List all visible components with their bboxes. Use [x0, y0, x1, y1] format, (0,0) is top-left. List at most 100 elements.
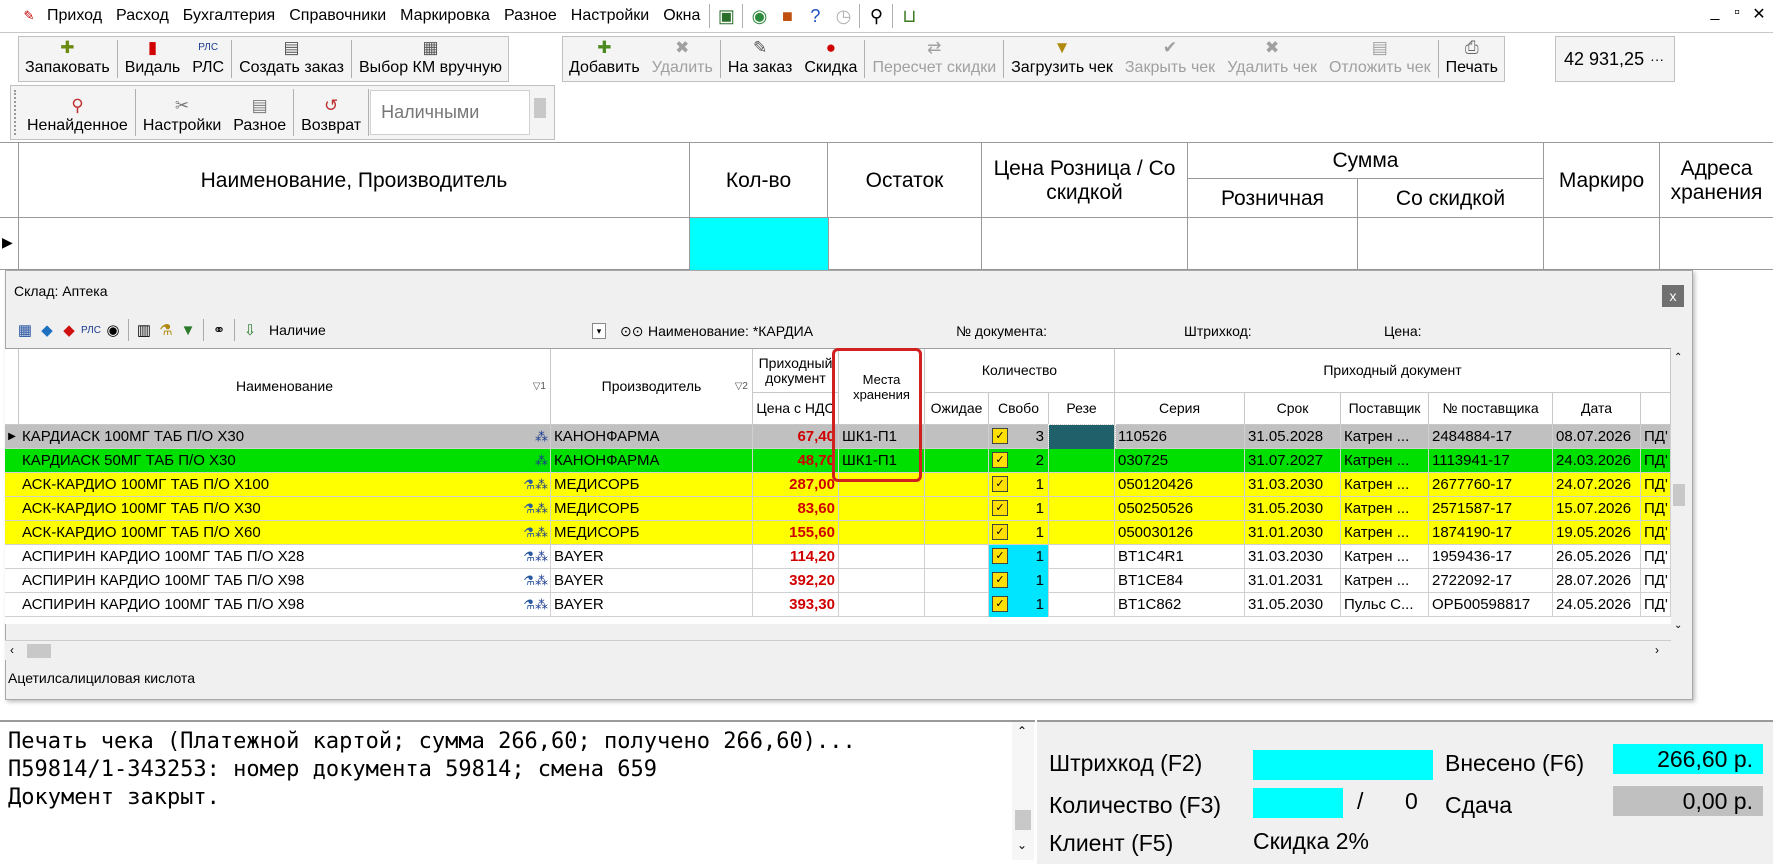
barcode-filter[interactable]: Штрихкод: — [1184, 323, 1252, 339]
minimize-button[interactable]: _ — [1705, 4, 1725, 24]
help-icon[interactable]: ? — [801, 3, 829, 29]
series-cell[interactable]: 110526 — [1115, 425, 1245, 449]
col-expected-header[interactable]: Ожидае — [925, 393, 989, 425]
expected-qty-cell[interactable] — [925, 425, 989, 449]
load-check-button[interactable]: ▼ Загрузить чек — [1005, 37, 1119, 81]
barcode-icon[interactable]: ▥ — [133, 321, 155, 339]
producer-cell[interactable]: МЕДИСОРБ — [551, 521, 753, 545]
name-cell[interactable]: АСК-КАРДИО 100МГ ТАБ П/О Х100 ⚗⁂ — [19, 473, 551, 497]
price-cell[interactable]: 48,70 — [753, 449, 839, 473]
price-cell[interactable]: 155,60 — [753, 521, 839, 545]
producer-cell[interactable]: BAYER — [551, 569, 753, 593]
qty-input[interactable] — [1253, 788, 1343, 818]
free-qty-cell[interactable]: ✓ 1 — [989, 521, 1049, 545]
free-qty-cell[interactable]: ✓ 1 — [989, 473, 1049, 497]
grid-horizontal-scrollbar[interactable]: ‹ › — [5, 640, 1671, 660]
free-qty-cell[interactable]: ✓ 1 — [989, 497, 1049, 521]
col-supplier-header[interactable]: Поставщик — [1341, 393, 1429, 425]
select-km-button[interactable]: ▦ Выбор КМ вручную — [353, 37, 508, 81]
main-grid-row[interactable]: ▶ — [0, 218, 1773, 270]
return-button[interactable]: ↺ Возврат — [295, 86, 367, 139]
basket-icon[interactable]: ⊔ — [895, 3, 923, 29]
supplier-cell[interactable]: Катрен ... — [1341, 545, 1429, 569]
menu-okna[interactable]: Окна — [656, 7, 707, 25]
payment-mode-field[interactable]: Наличными — [370, 90, 531, 135]
table-row[interactable]: АСПИРИН КАРДИО 100МГ ТАБ П/О Х28 ⚗⁂ BAYER 1… — [5, 545, 1671, 569]
to-order-button[interactable]: ✎ На заказ — [722, 37, 799, 81]
supplier-cell[interactable]: Катрен ... — [1341, 425, 1429, 449]
search-icon[interactable]: ⚲ — [862, 3, 890, 29]
name-cell[interactable]: КАРДИАСК 100МГ ТАБ П/О Х30 ⁂ — [19, 425, 551, 449]
date-cell[interactable]: 26.05.2026 — [1553, 545, 1641, 569]
scroll-left-icon[interactable]: ‹ — [10, 643, 14, 657]
free-qty-cell[interactable]: ✓ 1 — [989, 545, 1049, 569]
table-row[interactable]: АСК-КАРДИО 100МГ ТАБ П/О Х60 ⚗⁂ МЕДИСОРБ 15… — [5, 521, 1671, 545]
extra-cell[interactable]: ПД' — [1641, 425, 1671, 449]
restore-button[interactable]: ▫ — [1727, 4, 1747, 24]
menu-buhgalteria[interactable]: Бухгалтерия — [176, 7, 282, 25]
supplier-no-cell[interactable]: 2571587-17 — [1429, 497, 1553, 521]
col-price-vat-header[interactable]: Цена с НДС — [753, 393, 839, 425]
price-filter[interactable]: Цена: — [1384, 323, 1422, 339]
horizontal-scroll-thumb[interactable] — [27, 644, 51, 658]
expiry-cell[interactable]: 31.05.2028 — [1245, 425, 1341, 449]
expiry-cell[interactable]: 31.03.2030 — [1245, 473, 1341, 497]
globe-icon[interactable]: ◉ — [745, 3, 773, 29]
expiry-cell[interactable]: 31.07.2027 — [1245, 449, 1341, 473]
barcode-input[interactable] — [1253, 750, 1433, 780]
storage-cell[interactable] — [839, 593, 925, 617]
recalc-discount-button[interactable]: ⇄ Пересчет скидки — [866, 37, 1002, 81]
glasses-icon[interactable]: ⊙⊙ — [620, 323, 643, 340]
col-quantity-header[interactable]: Количество — [925, 349, 1115, 393]
table-row[interactable]: АСПИРИН КАРДИО 100МГ ТАБ П/О Х98 ⚗⁂ BAYER 3… — [5, 569, 1671, 593]
producer-cell[interactable]: BAYER — [551, 545, 753, 569]
supplier-cell[interactable]: Катрен ... — [1341, 473, 1429, 497]
log-scroll-up-icon[interactable]: ⌃ — [1017, 724, 1027, 738]
expected-qty-cell[interactable] — [925, 569, 989, 593]
log-scrollbar[interactable]: ⌃ ⌄ — [1012, 722, 1034, 860]
discount-button[interactable]: ● Скидка — [798, 37, 863, 81]
price-cell[interactable]: 392,20 — [753, 569, 839, 593]
storage-cell[interactable] — [839, 569, 925, 593]
main-row-qty-cell[interactable] — [690, 218, 828, 270]
name-cell[interactable]: АСК-КАРДИО 100МГ ТАБ П/О Х30 ⚗⁂ — [19, 497, 551, 521]
free-qty-cell[interactable]: ✓ 2 — [989, 449, 1049, 473]
date-cell[interactable]: 15.07.2026 — [1553, 497, 1641, 521]
col-rest-header[interactable]: Остаток — [828, 143, 982, 219]
col-expiry-header[interactable]: Срок — [1245, 393, 1341, 425]
supplier-no-cell[interactable]: 1874190-17 — [1429, 521, 1553, 545]
date-cell[interactable]: 24.07.2026 — [1553, 473, 1641, 497]
col-sum-retail-header[interactable]: Розничная — [1188, 179, 1358, 219]
expiry-cell[interactable]: 31.05.2030 — [1245, 593, 1341, 617]
menu-prihod[interactable]: Приход — [40, 7, 109, 25]
col-name-header[interactable]: Наименование ▽1 — [19, 349, 551, 425]
settings-button[interactable]: ✂ Настройки — [137, 86, 227, 139]
reserve-qty-cell[interactable] — [1049, 593, 1115, 617]
supplier-no-cell[interactable]: 1959436-17 — [1429, 545, 1553, 569]
expiry-cell[interactable]: 31.01.2031 — [1245, 569, 1341, 593]
scroll-up-icon[interactable]: ⌃ — [1674, 352, 1682, 363]
extra-cell[interactable]: ПД' — [1641, 473, 1671, 497]
reserve-qty-cell[interactable] — [1049, 545, 1115, 569]
expiry-cell[interactable]: 31.05.2030 — [1245, 497, 1341, 521]
col-free-header[interactable]: Свобо — [989, 393, 1049, 425]
supplier-cell[interactable]: Катрен ... — [1341, 569, 1429, 593]
col-mark-header[interactable]: Маркиро — [1544, 143, 1660, 219]
delete-button[interactable]: ✖ Удалить — [646, 37, 719, 81]
not-found-button[interactable]: ⚲ Ненайденное — [21, 86, 134, 139]
red-diamond-icon[interactable]: ◆ — [58, 321, 80, 339]
col-address-header[interactable]: Адреса хранения — [1660, 143, 1773, 219]
series-cell[interactable]: BT1C4R1 — [1115, 545, 1245, 569]
reserve-qty-cell[interactable] — [1049, 569, 1115, 593]
date-cell[interactable]: 24.03.2026 — [1553, 449, 1641, 473]
supplier-no-cell[interactable]: 1113941-17 — [1429, 449, 1553, 473]
menu-markirovka[interactable]: Маркировка — [393, 7, 497, 25]
free-qty-cell[interactable]: ✓ 3 — [989, 425, 1049, 449]
expected-qty-cell[interactable] — [925, 497, 989, 521]
import-icon[interactable]: ⇩ — [239, 321, 261, 339]
date-cell[interactable]: 24.05.2026 — [1553, 593, 1641, 617]
producer-cell[interactable]: BAYER — [551, 593, 753, 617]
price-cell[interactable]: 83,60 — [753, 497, 839, 521]
presence-filter[interactable]: Наличие — [269, 322, 509, 338]
filter-icon[interactable]: ▼ — [177, 322, 199, 339]
